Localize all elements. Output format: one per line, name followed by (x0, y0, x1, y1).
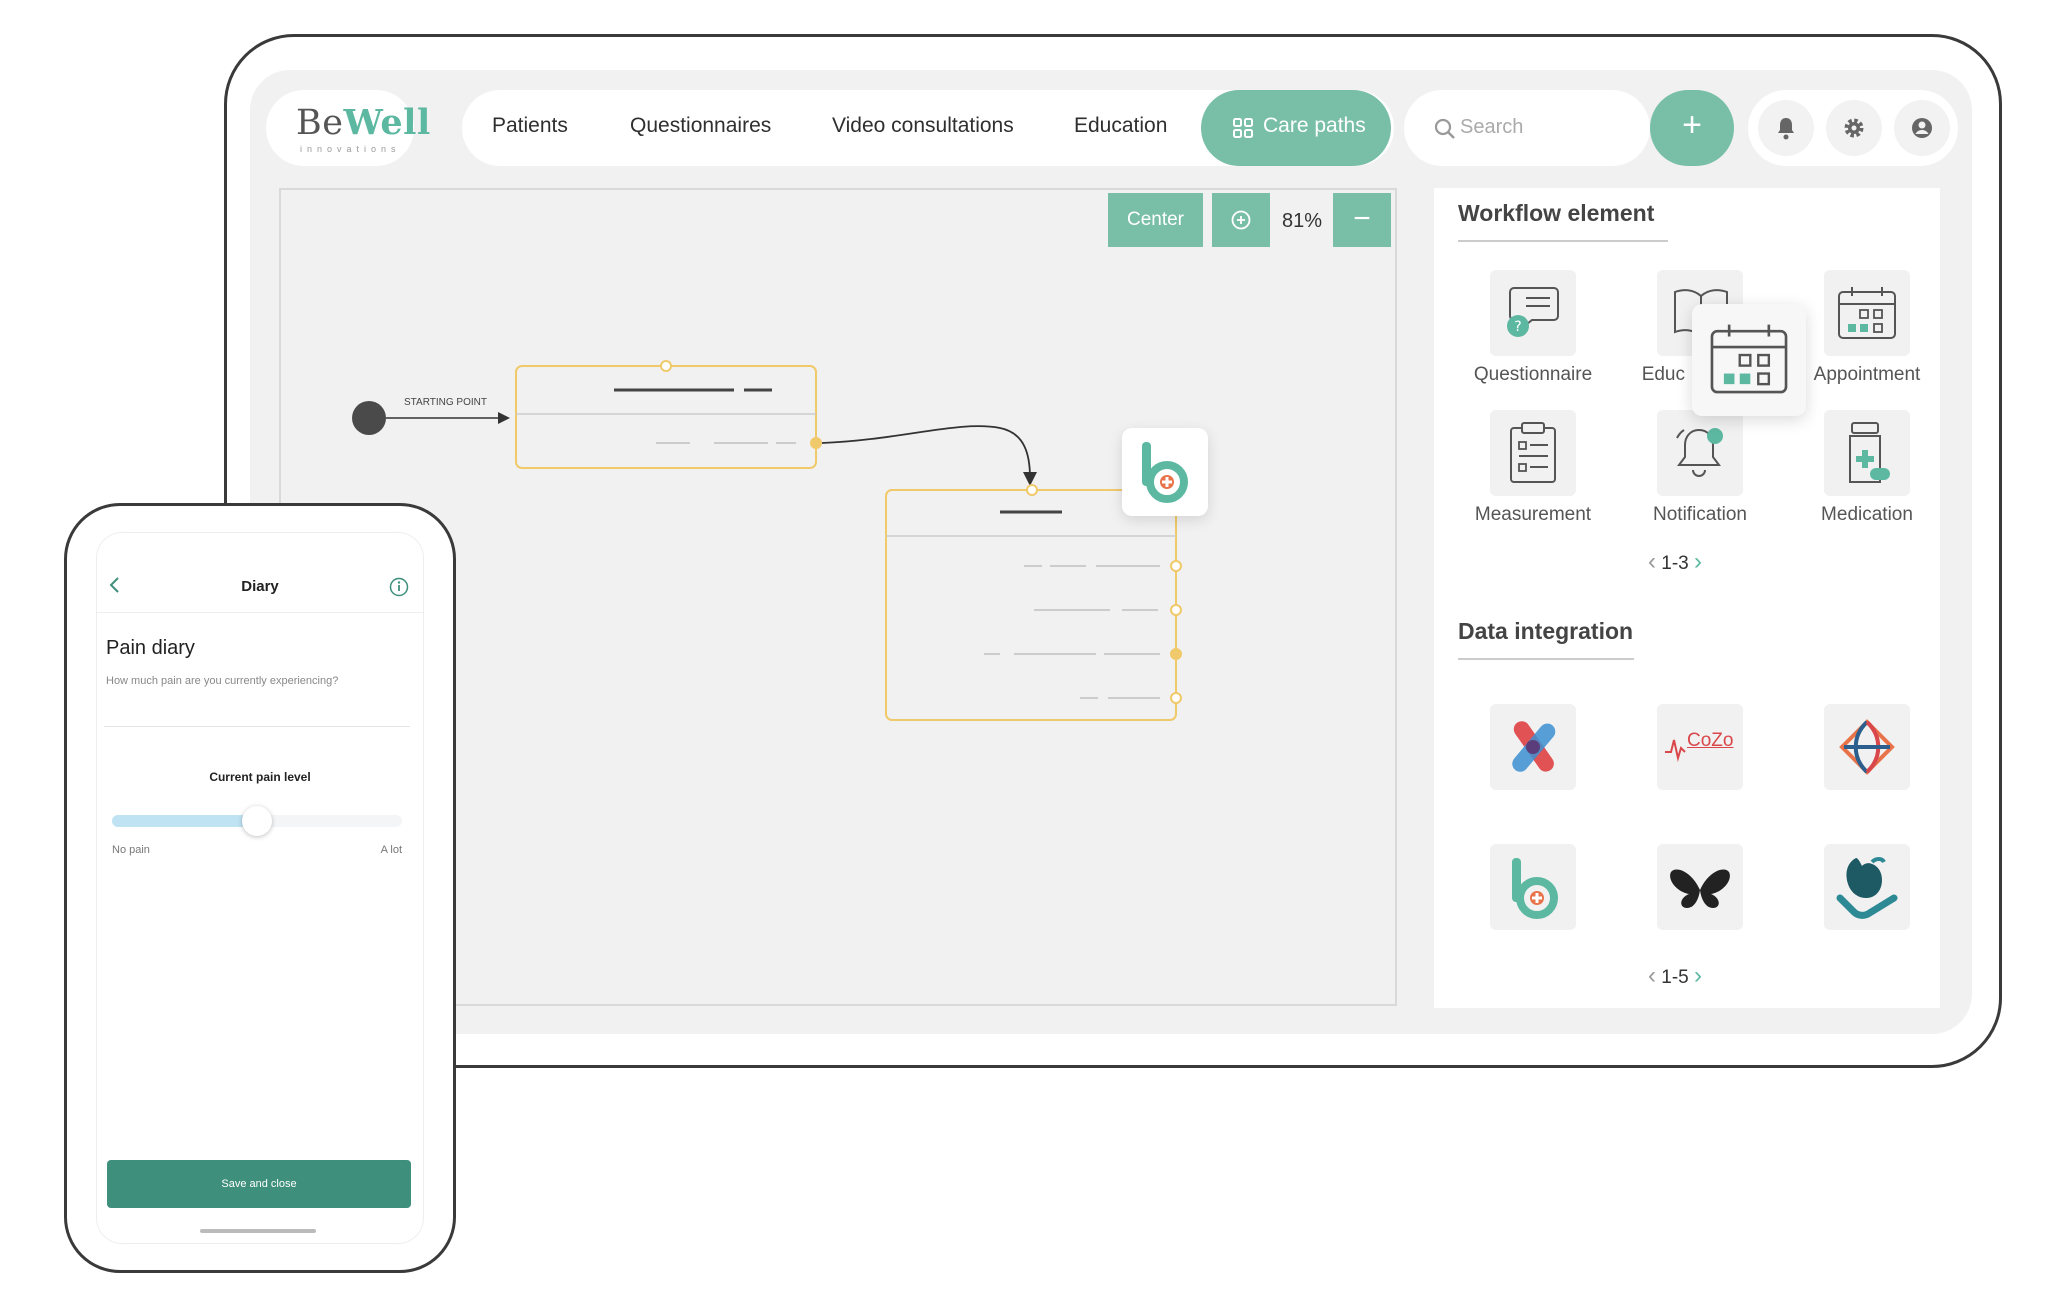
start-arrowhead (498, 412, 510, 424)
home-indicator (200, 1229, 316, 1233)
starting-point-label: STARTING POINT (404, 397, 487, 408)
medication-tile[interactable] (1824, 410, 1910, 496)
back-chevron-icon[interactable] (108, 575, 122, 595)
node-1-input-port[interactable] (660, 360, 672, 372)
bewell-b-icon (1512, 858, 1558, 919)
chevron-right-icon[interactable]: › (1694, 962, 1702, 989)
node-2-output-port[interactable] (1170, 560, 1182, 572)
dragged-element-card[interactable] (1122, 428, 1208, 516)
appointment-label: Appointment (1813, 364, 1921, 385)
slider-label: Current pain level (209, 770, 311, 784)
integration-tile-bewell[interactable] (1490, 844, 1576, 930)
appointment-tile[interactable] (1824, 270, 1910, 356)
pain-diary-title: Pain diary (106, 637, 195, 659)
dragged-appointment-card[interactable] (1692, 304, 1806, 416)
cozo-logo-text: CoZo (1687, 730, 1734, 751)
workflow-node-2[interactable] (885, 489, 1177, 721)
plaster-logo-icon (1512, 721, 1556, 772)
info-icon[interactable] (389, 577, 409, 597)
slider-max-label: A lot (380, 844, 402, 856)
integration-tile-heart[interactable] (1824, 844, 1910, 930)
globe-logo-icon (1839, 719, 1895, 775)
measurement-label: Measurement (1474, 504, 1592, 525)
chevron-right-icon[interactable]: › (1694, 548, 1702, 575)
bell-notification-icon (1676, 428, 1723, 477)
butterfly-logo-icon (1670, 869, 1730, 908)
medication-label: Medication (1821, 504, 1913, 525)
workflow-title-underline (1458, 240, 1668, 242)
calendar-icon (1710, 324, 1788, 394)
pain-slider-fill (112, 815, 257, 827)
notification-label: Notification (1653, 504, 1747, 525)
education-label: Educ (1641, 364, 1685, 385)
node-2-input-port[interactable] (1026, 484, 1038, 496)
calendar-icon (1838, 287, 1896, 339)
svg-text:?: ? (1514, 319, 1521, 335)
data-integration-title: Data integration (1458, 618, 1634, 644)
workflow-element-title: Workflow element (1458, 200, 1655, 226)
pain-slider[interactable] (112, 806, 402, 836)
chevron-left-icon[interactable]: ‹ (1648, 548, 1656, 575)
chevron-left-icon[interactable]: ‹ (1648, 962, 1656, 989)
node-connector (821, 425, 1031, 479)
connector-arrowhead (1023, 472, 1037, 486)
pain-question: How much pain are you currently experien… (106, 675, 339, 687)
node-1-output-port[interactable] (810, 437, 822, 449)
data-pager-range: 1-5 (1661, 967, 1689, 988)
integration-tile-globe[interactable] (1824, 704, 1910, 790)
heart-hand-logo-icon (1836, 857, 1898, 919)
start-point-node[interactable] (352, 401, 386, 435)
measurement-tile[interactable] (1490, 410, 1576, 496)
medicine-bottle-icon (1849, 422, 1890, 483)
integration-tile-plaster[interactable] (1490, 704, 1576, 790)
integration-tile-cozo[interactable]: CoZo (1657, 704, 1743, 790)
data-pager: ‹ 1-5 › (1648, 962, 1702, 990)
speech-bubble-question-icon: ? (1507, 287, 1559, 337)
section-divider (104, 726, 410, 727)
questionnaire-tile[interactable]: ? (1490, 270, 1576, 356)
workflow-node-1[interactable] (515, 365, 817, 469)
clipboard-icon (1510, 422, 1556, 483)
node-2-output-port[interactable] (1170, 692, 1182, 704)
phone-header-divider (96, 612, 424, 613)
notification-tile[interactable] (1657, 410, 1743, 496)
bewell-b-icon (1142, 442, 1188, 503)
node-2-output-port[interactable] (1170, 604, 1182, 616)
slider-min-label: No pain (112, 844, 150, 856)
node-2-output-port[interactable] (1170, 648, 1182, 660)
phone-header-title: Diary (241, 578, 279, 595)
questionnaire-label: Questionnaire (1473, 364, 1593, 385)
save-and-close-button[interactable]: Save and close (107, 1160, 411, 1208)
pain-slider-thumb[interactable] (242, 806, 272, 836)
workflow-pager: ‹ 1-3 › (1648, 548, 1702, 576)
workflow-pager-range: 1-3 (1661, 553, 1689, 574)
data-title-underline (1458, 658, 1634, 660)
integration-tile-butterfly[interactable] (1657, 844, 1743, 930)
